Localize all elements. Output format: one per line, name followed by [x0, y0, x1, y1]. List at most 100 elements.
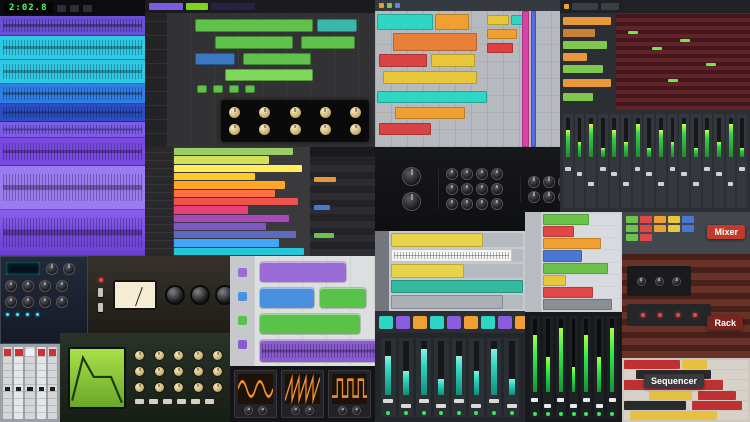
plugin-knob[interactable]	[350, 107, 361, 119]
midi-clip[interactable]	[225, 69, 313, 81]
preset-button[interactable]	[135, 399, 144, 404]
step-cell[interactable]	[213, 85, 223, 93]
synth-knob[interactable]	[174, 383, 183, 392]
track-lane[interactable]	[391, 279, 523, 294]
channel-block[interactable]	[626, 216, 638, 223]
mixer-channel-strip[interactable]	[597, 114, 608, 208]
pattern-clip[interactable]	[487, 15, 509, 25]
audio-clip[interactable]	[0, 104, 145, 122]
synth-knob[interactable]	[529, 176, 539, 187]
track-lane[interactable]	[543, 250, 620, 262]
channel-block[interactable]	[654, 216, 666, 223]
midi-note[interactable]	[652, 47, 662, 50]
preset-button[interactable]	[191, 399, 200, 404]
synth-knob[interactable]	[193, 367, 203, 376]
rack-module[interactable]	[627, 266, 691, 296]
synth-knob[interactable]	[154, 383, 164, 392]
console-channel-strip[interactable]	[530, 316, 540, 418]
track-lane[interactable]	[543, 226, 620, 238]
synth-knob[interactable]	[559, 176, 560, 187]
track-lane[interactable]	[174, 197, 299, 206]
toggle-switch[interactable]	[98, 287, 103, 297]
seq-clip[interactable]	[698, 390, 736, 400]
mixer-channel-strip[interactable]	[433, 338, 449, 417]
midi-clip[interactable]	[243, 53, 311, 65]
pattern-clip[interactable]	[393, 33, 477, 51]
track-lane[interactable]	[174, 239, 280, 247]
pattern-clip[interactable]	[379, 54, 427, 67]
plugin-knob[interactable]	[319, 107, 331, 119]
plugin-knob[interactable]	[319, 123, 331, 135]
transport-button[interactable]	[56, 4, 66, 12]
toolbar-button[interactable]	[395, 3, 400, 8]
midi-note[interactable]	[706, 63, 716, 66]
pattern-clip[interactable]	[487, 29, 517, 39]
synth-knob[interactable]	[403, 168, 420, 185]
device-knob[interactable]	[64, 263, 74, 274]
device-knob[interactable]	[23, 297, 33, 307]
preset-button[interactable]	[149, 399, 158, 404]
list-tag[interactable]	[314, 233, 334, 238]
fader-handle[interactable]	[716, 172, 722, 177]
synth-knob[interactable]	[193, 351, 203, 360]
audio-clip[interactable]	[563, 53, 587, 61]
oscillator-module[interactable]	[234, 370, 277, 418]
region-clip[interactable]	[320, 288, 366, 308]
channel-block[interactable]	[640, 216, 652, 223]
channel-block[interactable]	[682, 225, 694, 232]
fader-handle[interactable]	[657, 181, 664, 186]
step-block[interactable]	[447, 315, 461, 329]
toolbar-chip[interactable]	[601, 3, 619, 10]
mixer-channel-strip[interactable]	[574, 114, 585, 208]
synth-knob[interactable]	[477, 184, 487, 194]
preset-button[interactable]	[163, 399, 172, 404]
mixer-channel-strip[interactable]	[667, 114, 678, 208]
fader-handle[interactable]	[16, 387, 22, 392]
seq-clip[interactable]	[692, 400, 742, 410]
playlist-grid[interactable]	[375, 11, 560, 147]
track-lane[interactable]	[174, 189, 276, 197]
sequencer-lane[interactable]	[624, 360, 748, 370]
console-channel-strip[interactable]	[542, 316, 553, 418]
track-header-column[interactable]	[230, 256, 254, 366]
track-lane[interactable]	[391, 248, 523, 263]
step-cell[interactable]	[229, 85, 239, 93]
mixer-channel-strip[interactable]	[504, 338, 519, 417]
track-header-column[interactable]	[145, 147, 173, 256]
track-lane[interactable]	[174, 214, 289, 222]
track-lane[interactable]	[174, 231, 296, 239]
preset-button[interactable]	[205, 399, 214, 404]
mixer-channel-strip[interactable]	[632, 114, 643, 208]
synth-knob[interactable]	[213, 351, 222, 360]
fader-handle[interactable]	[646, 172, 653, 177]
step-block[interactable]	[396, 315, 410, 329]
sequencer-lane[interactable]	[624, 390, 748, 400]
track-lane[interactable]	[174, 172, 255, 181]
clip[interactable]	[543, 250, 582, 262]
toolbar-button[interactable]	[387, 3, 392, 8]
synth-knob[interactable]	[462, 184, 472, 194]
mixer-channel-strip[interactable]	[563, 114, 573, 208]
oscillator-module[interactable]	[281, 370, 324, 418]
fader-handle[interactable]	[38, 387, 44, 392]
plugin-knob[interactable]	[350, 123, 361, 135]
synth-knob[interactable]	[447, 169, 457, 179]
device-knob[interactable]	[40, 281, 50, 291]
step-block[interactable]	[464, 315, 478, 329]
clip[interactable]	[543, 226, 574, 238]
clip[interactable]	[543, 286, 594, 298]
fader-handle[interactable]	[599, 166, 606, 171]
preset-button[interactable]	[177, 399, 186, 404]
oscillator-module[interactable]	[328, 370, 371, 418]
region-clip[interactable]	[260, 340, 375, 362]
track-lane[interactable]	[543, 274, 620, 286]
loop-clip[interactable]	[391, 295, 504, 309]
synth-knob[interactable]	[492, 199, 502, 209]
mixer-channel-strip[interactable]	[398, 338, 414, 417]
mixer-channel-strip[interactable]	[656, 114, 666, 208]
module-knob[interactable]	[292, 407, 299, 414]
toggle-switch[interactable]	[98, 302, 103, 312]
clip[interactable]	[543, 262, 609, 274]
synth-knob[interactable]	[135, 367, 144, 376]
mixer-channel-strip[interactable]	[702, 114, 713, 208]
